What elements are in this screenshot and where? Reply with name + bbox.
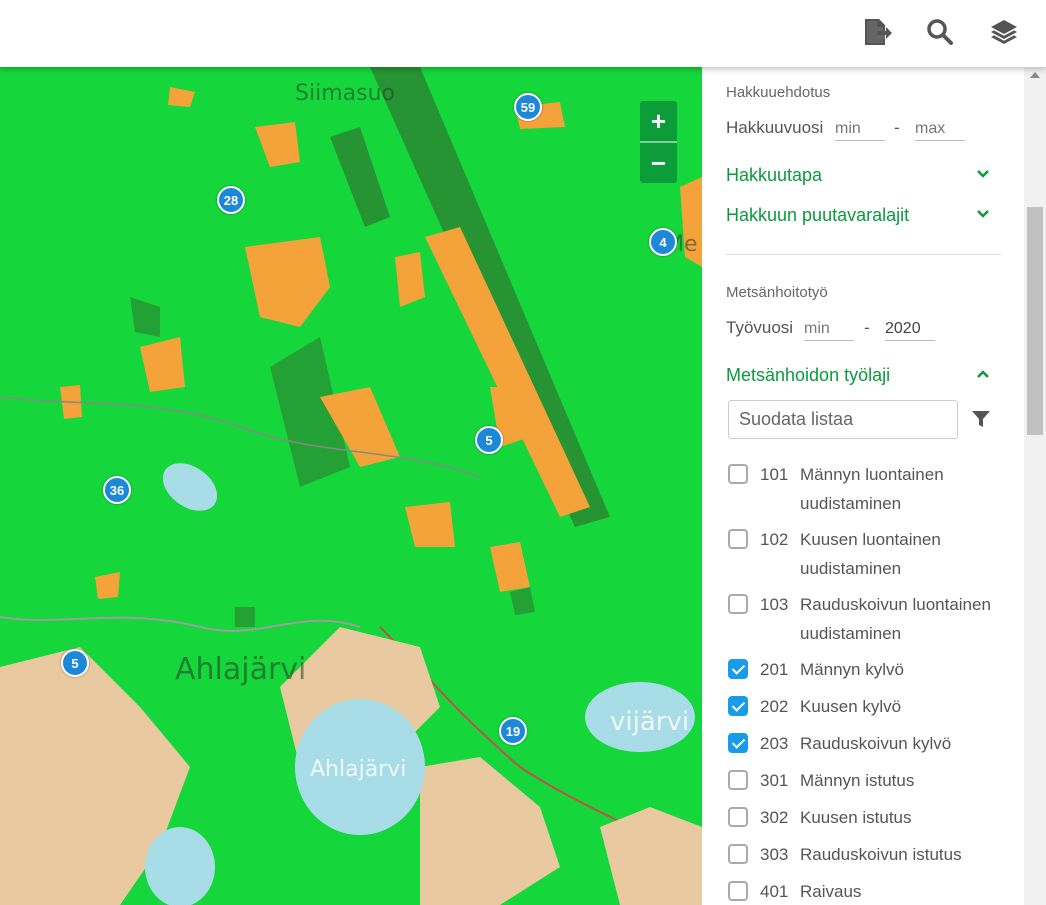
worktype-code: 201	[760, 660, 789, 679]
checkbox[interactable]	[728, 881, 748, 901]
checkbox[interactable]	[728, 529, 748, 549]
work-year-min-input[interactable]	[804, 313, 854, 341]
map-marker[interactable]: 5	[61, 649, 89, 677]
worktype-name: Rauduskoivun istutus	[800, 845, 962, 864]
map-marker[interactable]: 28	[217, 186, 245, 214]
top-toolbar	[0, 0, 1046, 67]
zoom-out-button[interactable]: −	[640, 141, 677, 183]
chevron-down-icon	[977, 210, 989, 218]
map-marker[interactable]: 4	[649, 228, 677, 256]
section-divider	[726, 254, 1001, 255]
scroll-thumb[interactable]	[1027, 207, 1043, 435]
worktype-name: Männyn luontainen uudistaminen	[800, 465, 944, 513]
checkbox[interactable]	[728, 733, 748, 753]
worktype-code: 301	[760, 771, 789, 790]
worktype-code: 401	[760, 882, 789, 901]
map-place-label: vijärvi	[610, 707, 690, 737]
worktype-code: 202	[760, 697, 789, 716]
worktype-accordion[interactable]: Metsänhoidon työlaji	[726, 365, 990, 386]
worktype-code: 102	[760, 530, 789, 549]
worktype-name: Kuusen istutus	[800, 808, 912, 827]
work-year-label: Työvuosi	[726, 318, 794, 337]
range-dash: -	[894, 118, 900, 137]
worktype-code: 101	[760, 465, 789, 484]
checkbox[interactable]	[728, 594, 748, 614]
map-marker[interactable]: 19	[499, 717, 527, 745]
filter-icon[interactable]	[970, 408, 992, 430]
map-place-label: Ahlajärvi	[310, 757, 407, 782]
checkbox[interactable]	[728, 807, 748, 827]
map-marker[interactable]: 5	[475, 426, 503, 454]
worktype-name: Raivaus	[800, 882, 862, 901]
silviculture-section-label: Metsänhoitotyö	[726, 284, 828, 301]
map-marker[interactable]: 36	[103, 476, 131, 504]
checkbox[interactable]	[728, 696, 748, 716]
accordion-label: Metsänhoidon työlaji	[726, 365, 891, 385]
zoom-control: + −	[640, 101, 677, 183]
accordion-label: Hakkuutapa	[726, 165, 823, 185]
harvest-year-label: Hakkuuvuosi	[726, 118, 824, 137]
worktype-name: Kuusen luontainen uudistaminen	[800, 530, 941, 578]
search-icon[interactable]	[924, 16, 956, 48]
map-place-label: Ahlajärvi	[175, 652, 307, 687]
worktype-name: Rauduskoivun kylvö	[800, 734, 952, 753]
checkbox[interactable]	[728, 770, 748, 790]
checkbox[interactable]	[728, 844, 748, 864]
export-icon[interactable]	[860, 16, 892, 48]
harvest-method-accordion[interactable]: Hakkuutapa	[726, 165, 990, 186]
filter-list-input[interactable]	[728, 400, 958, 439]
checkbox[interactable]	[728, 659, 748, 679]
harvest-year-min-input[interactable]	[835, 113, 885, 141]
worktype-code: 302	[760, 808, 789, 827]
panel-scrollbar[interactable]	[1024, 67, 1046, 905]
harvest-year-max-input[interactable]	[915, 113, 965, 141]
range-dash: -	[864, 318, 870, 337]
map-view[interactable]: Siimasuo Ahlajärvi Ahlajärvi vijärvi Me …	[0, 67, 702, 905]
worktype-name: Rauduskoivun luontainen uudistaminen	[800, 595, 991, 643]
chevron-down-icon	[977, 170, 989, 178]
worktype-code: 103	[760, 595, 789, 614]
layers-icon[interactable]	[988, 16, 1020, 48]
zoom-in-button[interactable]: +	[640, 101, 677, 141]
worktype-name: Männyn kylvö	[800, 660, 904, 679]
scroll-up-arrow-icon[interactable]	[1030, 72, 1040, 78]
chevron-up-icon	[977, 370, 989, 378]
harvest-species-accordion[interactable]: Hakkuun puutavaralajit	[726, 205, 990, 226]
worktype-name: Männyn istutus	[800, 771, 915, 790]
worktype-name: Kuusen kylvö	[800, 697, 902, 716]
work-year-max-input[interactable]	[885, 313, 935, 341]
map-marker[interactable]: 59	[514, 93, 542, 121]
worktype-code: 203	[760, 734, 789, 753]
worktype-code: 303	[760, 845, 789, 864]
map-place-label: Siimasuo	[295, 81, 395, 106]
harvest-section-label: Hakkuuehdotus	[726, 84, 831, 101]
checkbox[interactable]	[728, 464, 748, 484]
accordion-label: Hakkuun puutavaralajit	[726, 205, 910, 225]
